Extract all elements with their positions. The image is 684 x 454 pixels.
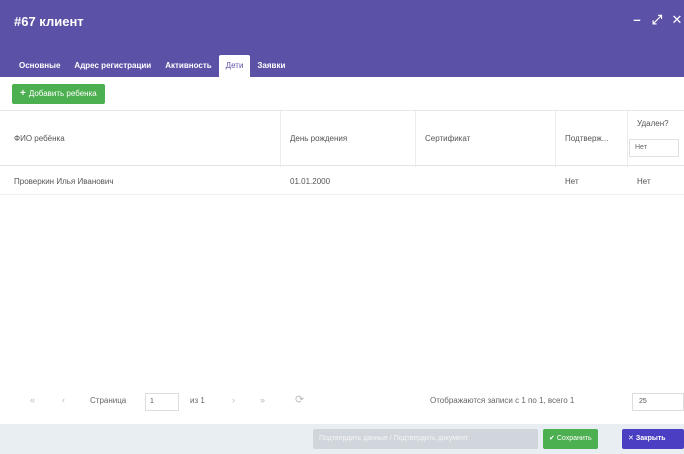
cell-confirmed: Нет [565,177,579,186]
maximize-icon[interactable]: ⤢ [650,12,664,28]
tab-applications[interactable]: Заявки [250,55,292,77]
cell-birthday: 01.01.2000 [290,177,331,186]
column-deleted[interactable]: Удален? Нет [627,111,684,167]
column-birthday[interactable]: День рождения [280,111,415,167]
close-button[interactable]: ✕ Закрыть [622,429,684,449]
column-confirmed[interactable]: Подтверж... [555,111,627,167]
column-full-name-label: ФИО ребёнка [14,134,65,143]
close-label: Закрыть [635,435,666,442]
tab-activity[interactable]: Активность [158,55,218,77]
grid-header: ФИО ребёнка День рождения Сертификат Под… [0,110,684,167]
column-certificate-label: Сертификат [425,134,471,143]
column-confirmed-label: Подтверж... [565,134,609,143]
refresh-icon[interactable]: ⟳ [295,393,304,406]
page-size-select[interactable]: 25 [632,393,684,411]
records-status: Отображаются записи с 1 по 1, всего 1 [430,396,575,405]
minimize-icon[interactable]: – [630,12,644,28]
column-deleted-label: Удален? [637,119,669,128]
tab-bar: Основные Адрес регистрации Активность Де… [12,49,292,77]
table-row[interactable]: Проверкин Илья Иванович 01.01.2000 Нет Н… [0,167,684,195]
next-page-icon[interactable]: › [232,395,235,405]
window-header: #67 клиент – ⤢ ✕ Основные Адрес регистра… [0,0,684,77]
window-controls: – ⤢ ✕ [630,12,684,28]
tab-registration-address[interactable]: Адрес регистрации [67,55,158,77]
page-number-input[interactable]: 1 [145,393,179,411]
window-title: #67 клиент [14,14,84,29]
column-certificate[interactable]: Сертификат [415,111,555,167]
page-total: из 1 [190,396,205,405]
column-birthday-label: День рождения [290,134,348,143]
add-child-label: Добавить ребенка [28,89,97,98]
cell-deleted: Нет [637,177,651,186]
tab-main[interactable]: Основные [12,55,67,77]
add-child-button[interactable]: + Добавить ребенка [12,84,105,104]
deleted-filter-select[interactable]: Нет [629,139,679,157]
cell-full-name: Проверкин Илья Иванович [14,177,114,186]
close-icon[interactable]: ✕ [670,12,684,28]
footer-bar: Подтвердить данные / Подтвердить докумен… [0,424,684,454]
plus-icon: + [20,88,26,99]
save-label: Сохранить [556,435,592,442]
prev-page-icon[interactable]: ‹ [62,395,65,405]
check-icon: ✔ [549,435,555,442]
pagination-bar: « ‹ Страница 1 из 1 › » ⟳ Отображаются з… [0,388,684,416]
tab-children[interactable]: Дети [218,55,251,77]
close-x-icon: ✕ [628,435,634,442]
page-label: Страница [90,396,127,405]
save-button[interactable]: ✔ Сохранить [543,429,598,449]
first-page-icon[interactable]: « [30,395,35,405]
client-window: #67 клиент – ⤢ ✕ Основные Адрес регистра… [0,0,684,454]
confirm-data-button[interactable]: Подтвердить данные / Подтвердить докумен… [313,429,538,449]
last-page-icon[interactable]: » [260,395,265,405]
column-full-name[interactable]: ФИО ребёнка [0,111,280,167]
